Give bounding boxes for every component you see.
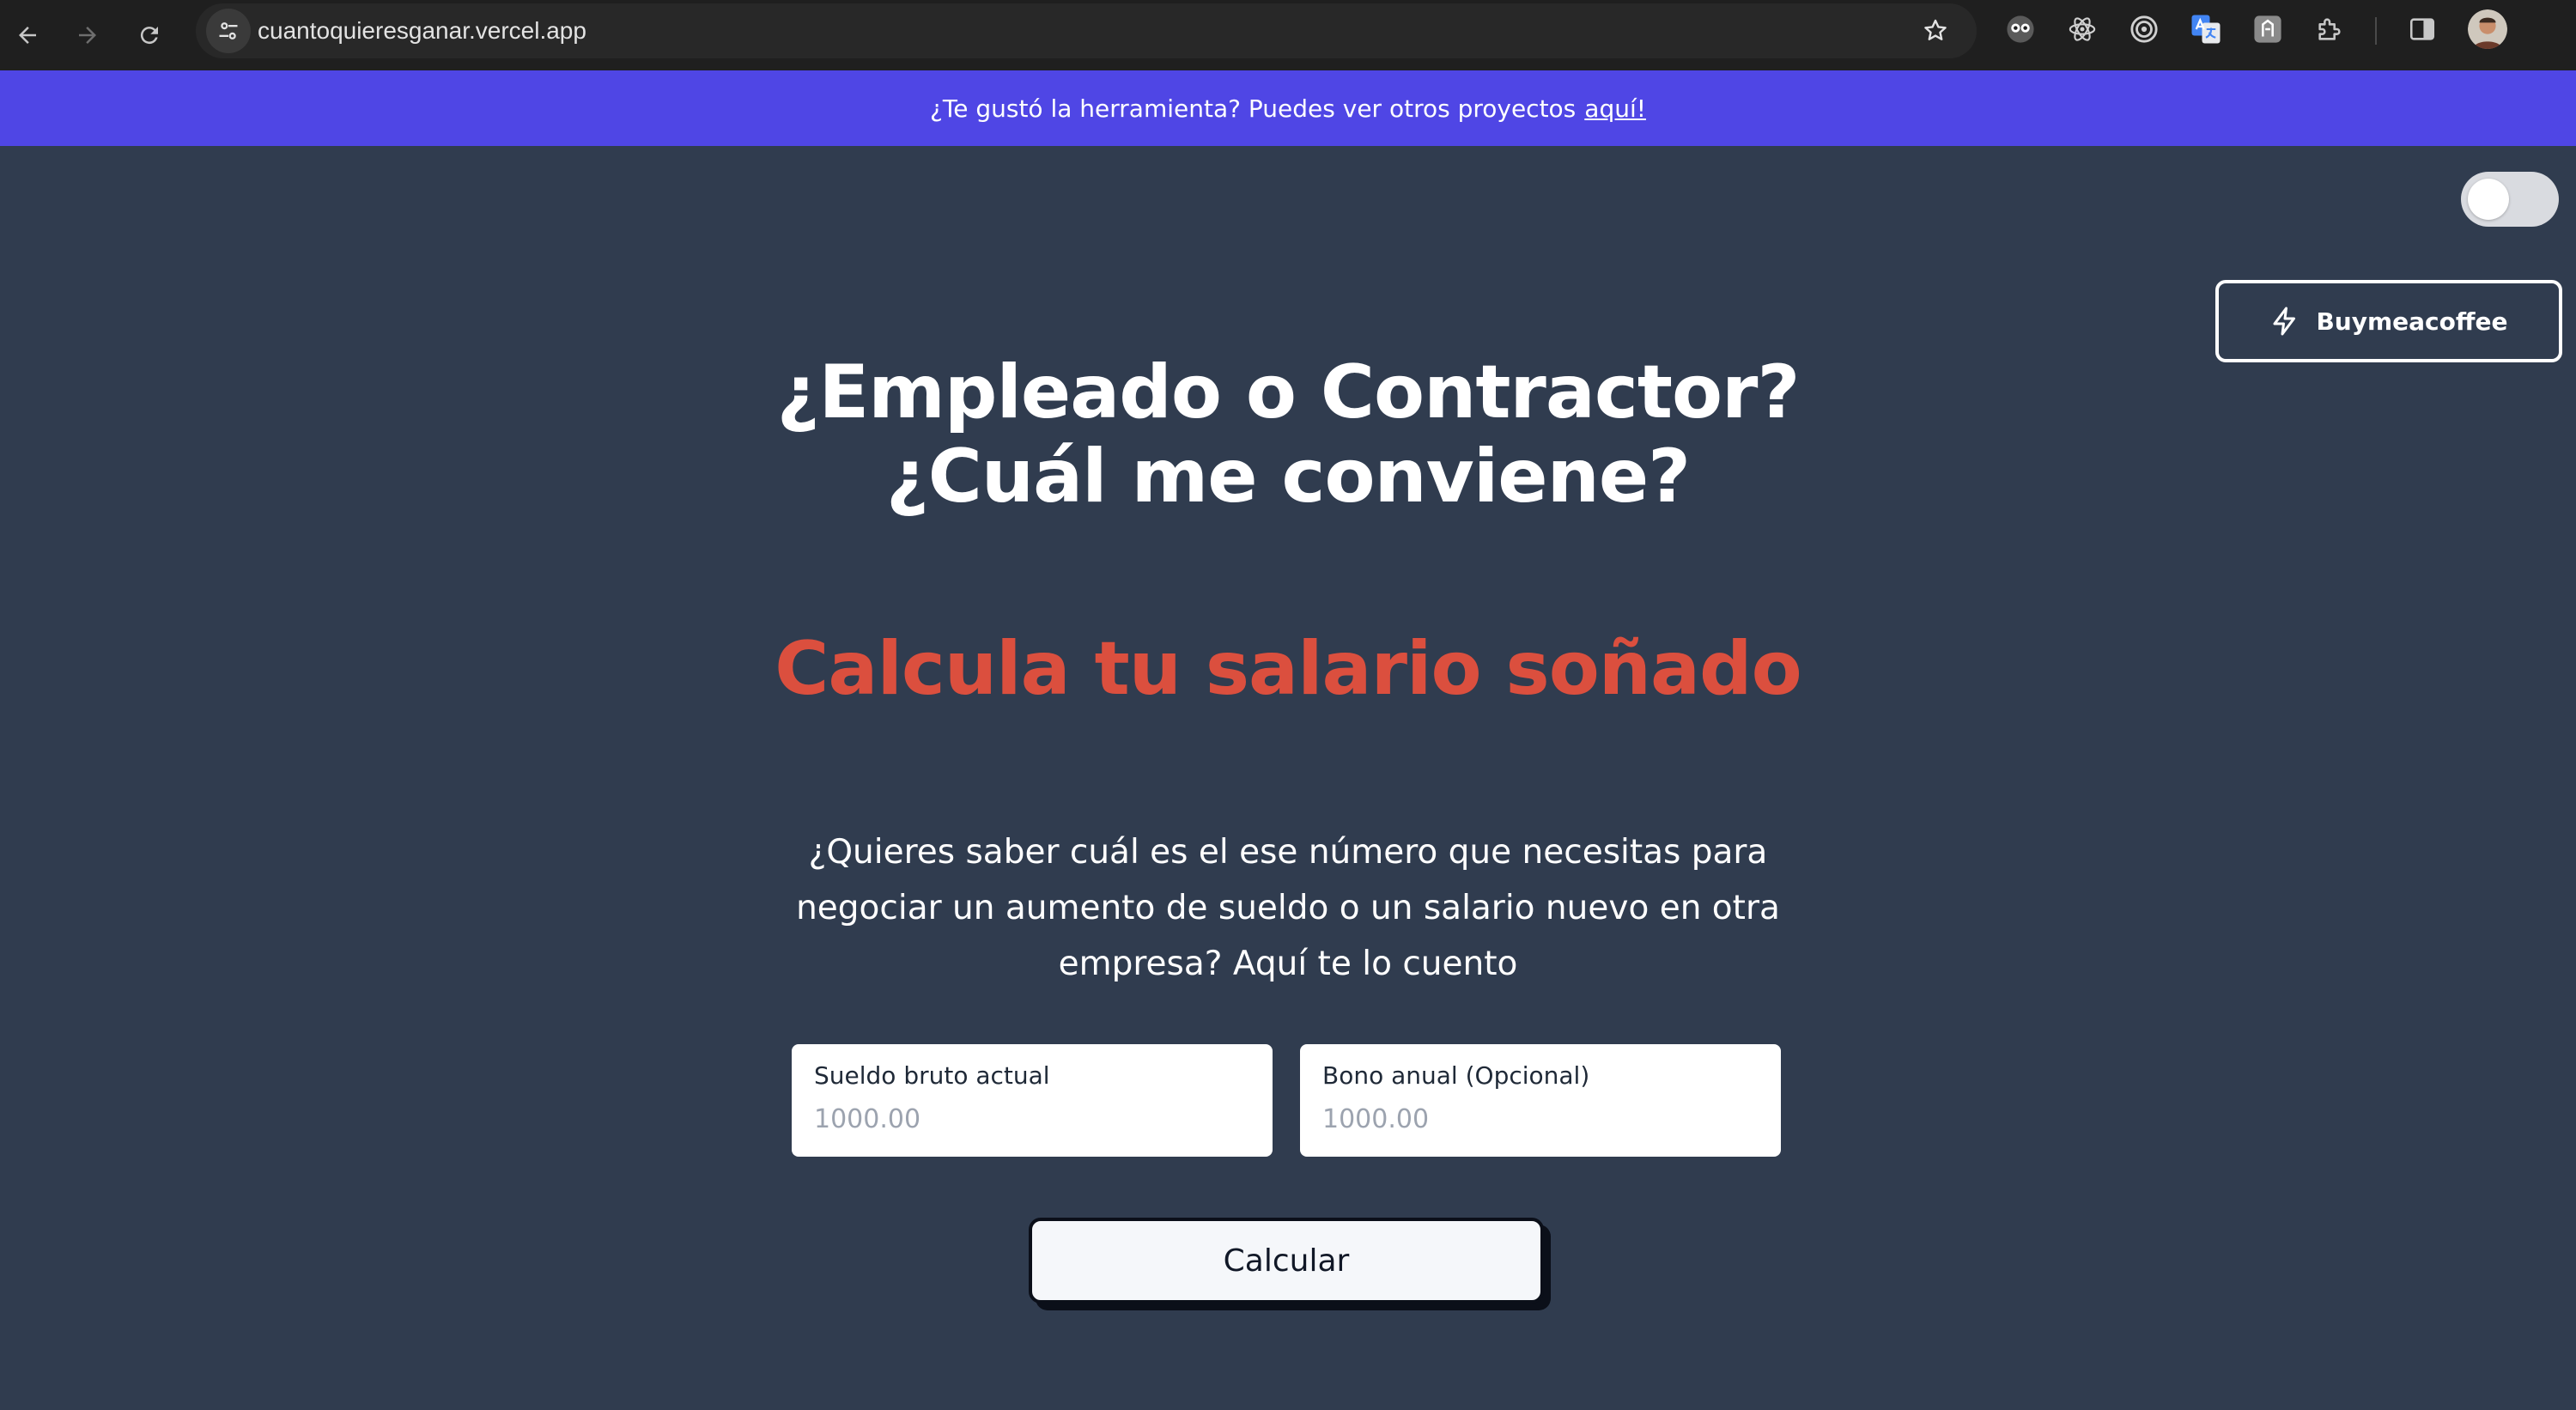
coffee-button-label: Buymeacoffee	[2316, 307, 2508, 336]
bookmark-button[interactable]	[1917, 12, 1954, 50]
calculate-button-wrapper: Calcular	[1029, 1218, 1551, 1312]
reload-icon	[140, 27, 158, 45]
browser-toolbar: cuantoquieresganar.vercel.app	[0, 0, 2576, 70]
extensions-button[interactable]	[2313, 13, 2346, 46]
calculate-button[interactable]: Calcular	[1029, 1218, 1544, 1304]
puzzle-icon	[2318, 18, 2341, 40]
page-subtitle: Calcula tu salario soñado	[775, 626, 1801, 712]
side-panel-icon	[2409, 18, 2435, 40]
react-devtools-button[interactable]	[2066, 13, 2099, 46]
google-translate-button[interactable]	[2190, 13, 2222, 46]
salary-label: Sueldo bruto actual	[814, 1061, 1050, 1090]
bonus-input[interactable]	[1322, 1103, 1759, 1137]
bonus-label: Bono anual (Opcional)	[1322, 1061, 1590, 1090]
page-title: ¿Empleado o Contractor? ¿Cuál me convien…	[776, 349, 1801, 520]
google-translate-icon	[2191, 15, 2221, 44]
owl-extension-icon	[2007, 15, 2034, 43]
salary-input[interactable]	[814, 1103, 1250, 1137]
banner-link[interactable]: aquí!	[1584, 94, 1646, 123]
theme-toggle[interactable]	[2461, 172, 2559, 227]
star-icon	[1924, 19, 1947, 40]
reload-button[interactable]	[124, 9, 175, 61]
arrow-left-icon	[19, 27, 36, 44]
forward-button[interactable]	[62, 9, 113, 61]
promo-banner: ¿Te gustó la herramienta? Puedes ver otr…	[0, 70, 2576, 146]
banner-text: ¿Te gustó la herramienta? Puedes ver otr…	[930, 94, 1577, 123]
react-devtools-icon	[2069, 17, 2096, 41]
address-bar[interactable]: cuantoquieresganar.vercel.app	[196, 3, 1977, 58]
page-description: ¿Quieres saber cuál es el ese número que…	[796, 833, 1780, 983]
back-button[interactable]	[2, 9, 53, 61]
toggle-knob	[2468, 179, 2509, 220]
toolbar-divider	[2375, 17, 2377, 45]
owl-extension-button[interactable]	[2004, 13, 2037, 46]
grey-extension-icon	[2254, 15, 2281, 43]
target-extension-button[interactable]	[2128, 13, 2160, 46]
lightning-icon	[2273, 307, 2296, 336]
salary-field: Sueldo bruto actual	[792, 1044, 1273, 1157]
side-panel-button[interactable]	[2406, 13, 2439, 46]
grey-extension-button[interactable]	[2251, 13, 2284, 46]
bonus-field: Bono anual (Opcional)	[1300, 1044, 1781, 1157]
arrow-right-icon	[79, 27, 96, 44]
target-extension-icon	[2130, 15, 2158, 43]
url-text[interactable]: cuantoquieresganar.vercel.app	[258, 3, 586, 58]
avatar[interactable]	[2468, 9, 2507, 49]
site-info-button[interactable]	[206, 9, 251, 53]
tune-icon	[219, 22, 238, 40]
buy-me-a-coffee-button[interactable]: Buymeacoffee	[2215, 280, 2562, 362]
profile-avatar-icon	[2468, 9, 2507, 49]
